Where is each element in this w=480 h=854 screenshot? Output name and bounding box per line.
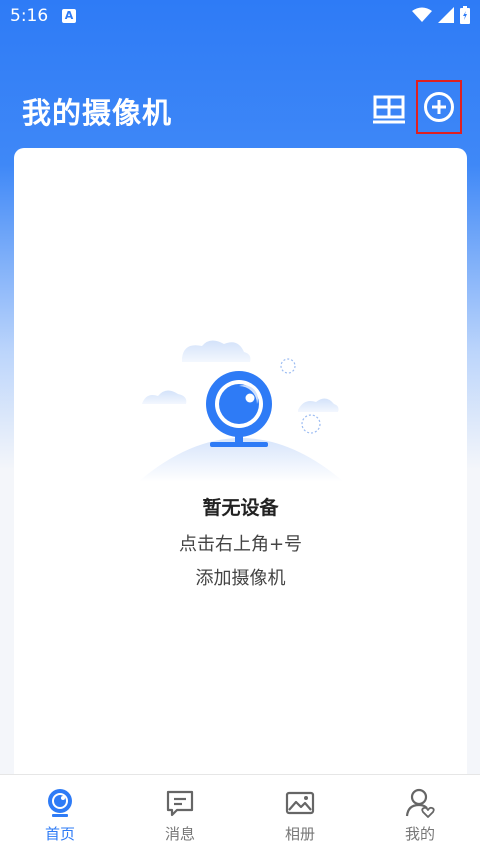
nav-home-label: 首页 bbox=[44, 825, 75, 843]
empty-camera-illustration bbox=[138, 340, 344, 482]
empty-state-hint: 点击右上角+号 bbox=[178, 534, 303, 555]
add-circle-icon bbox=[424, 92, 454, 122]
layout-toggle-button[interactable] bbox=[372, 94, 406, 124]
bottom-navigation: 首页 消息 相册 我的 bbox=[0, 774, 480, 854]
nav-messages-label: 消息 bbox=[164, 825, 195, 843]
signal-icon bbox=[438, 7, 454, 23]
nav-profile-label: 我的 bbox=[404, 825, 435, 843]
album-icon bbox=[285, 791, 315, 815]
nav-album[interactable]: 相册 bbox=[240, 775, 360, 854]
camera-home-icon bbox=[48, 789, 72, 817]
layout-grid-icon bbox=[373, 95, 405, 124]
nav-messages[interactable]: 消息 bbox=[120, 775, 240, 854]
nav-home[interactable]: 首页 bbox=[0, 775, 120, 854]
empty-state-title: 暂无设备 bbox=[202, 497, 279, 519]
status-time: 5:16 bbox=[10, 6, 49, 26]
battery-icon bbox=[460, 6, 470, 24]
title-bar: 我的摄像机 bbox=[0, 80, 480, 140]
wifi-icon bbox=[412, 7, 432, 22]
notification-icon: A bbox=[62, 9, 76, 23]
nav-profile[interactable]: 我的 bbox=[360, 775, 480, 854]
status-bar: 5:16 A bbox=[0, 0, 480, 34]
add-camera-button[interactable] bbox=[416, 80, 462, 134]
nav-album-label: 相册 bbox=[284, 825, 315, 843]
page-title: 我的摄像机 bbox=[22, 96, 173, 130]
message-icon bbox=[166, 790, 194, 817]
empty-state-hint-2: 添加摄像机 bbox=[195, 568, 286, 589]
profile-icon bbox=[405, 788, 435, 818]
device-list-card: 暂无设备 点击右上角+号 添加摄像机 bbox=[14, 148, 467, 788]
